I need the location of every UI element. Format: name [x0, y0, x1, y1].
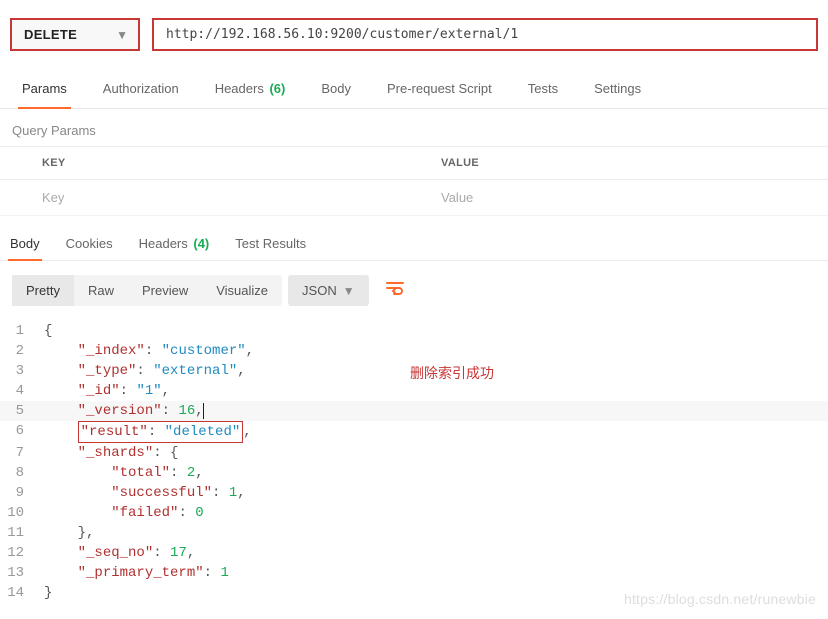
headers-count-badge: (6)	[269, 81, 285, 96]
param-value-input[interactable]	[441, 190, 816, 205]
request-tabs: Params Authorization Headers (6) Body Pr…	[0, 63, 828, 109]
val-type: "external"	[153, 363, 237, 379]
resp-tab-cookies[interactable]: Cookies	[64, 232, 115, 260]
format-select[interactable]: JSON ▼	[288, 275, 369, 306]
response-body[interactable]: 删除索引成功 1{ 2 "_index": "customer", 3 "_ty…	[0, 315, 828, 615]
tab-headers-label: Headers	[215, 81, 264, 96]
url-input[interactable]	[152, 18, 818, 51]
format-label: JSON	[302, 283, 337, 298]
response-toolbar: Pretty Raw Preview Visualize JSON ▼	[0, 261, 828, 315]
tab-tests[interactable]: Tests	[524, 71, 562, 108]
val-shards-total: 2	[187, 465, 195, 481]
tab-body[interactable]: Body	[317, 71, 355, 108]
query-params-title: Query Params	[0, 109, 828, 146]
pretty-button[interactable]: Pretty	[12, 275, 74, 306]
chevron-down-icon: ▼	[343, 284, 355, 298]
val-id: "1"	[136, 383, 161, 399]
chevron-down-icon: ▼	[116, 28, 128, 42]
watermark: https://blog.csdn.net/runewbie	[624, 589, 816, 609]
val-index: "customer"	[162, 343, 246, 359]
tab-authorization[interactable]: Authorization	[99, 71, 183, 108]
tab-params[interactable]: Params	[18, 71, 71, 108]
annotation-text: 删除索引成功	[410, 363, 494, 383]
tab-settings[interactable]: Settings	[590, 71, 645, 108]
val-version: 16	[178, 403, 195, 419]
tab-headers[interactable]: Headers (6)	[211, 71, 290, 108]
visualize-button[interactable]: Visualize	[202, 275, 282, 306]
result-highlight-box: "result": "deleted"	[78, 421, 244, 443]
raw-button[interactable]: Raw	[74, 275, 128, 306]
view-mode-group: Pretty Raw Preview Visualize	[12, 275, 282, 306]
resp-headers-count-badge: (4)	[193, 236, 209, 251]
preview-button[interactable]: Preview	[128, 275, 202, 306]
val-result: deleted	[173, 424, 232, 440]
tab-prerequest[interactable]: Pre-request Script	[383, 71, 496, 108]
val-shards-successful: 1	[229, 485, 237, 501]
col-key: KEY	[30, 147, 429, 180]
val-seq-no: 17	[170, 545, 187, 561]
param-row	[0, 180, 828, 216]
http-method-label: DELETE	[24, 27, 77, 42]
val-shards-failed: 0	[195, 505, 203, 521]
response-tabs: Body Cookies Headers (4) Test Results	[0, 216, 828, 261]
resp-tab-test-results[interactable]: Test Results	[233, 232, 308, 260]
wrap-lines-icon[interactable]	[375, 274, 415, 307]
val-primary-term: 1	[220, 565, 228, 581]
checkbox-col	[0, 147, 30, 180]
resp-tab-body[interactable]: Body	[8, 232, 42, 260]
request-bar: DELETE ▼	[0, 0, 828, 63]
col-value: VALUE	[429, 147, 828, 180]
query-params-table: KEY VALUE	[0, 146, 828, 216]
http-method-select[interactable]: DELETE ▼	[10, 18, 140, 51]
resp-tab-headers[interactable]: Headers (4)	[137, 232, 212, 260]
param-key-input[interactable]	[42, 190, 417, 205]
resp-tab-headers-label: Headers	[139, 236, 188, 251]
